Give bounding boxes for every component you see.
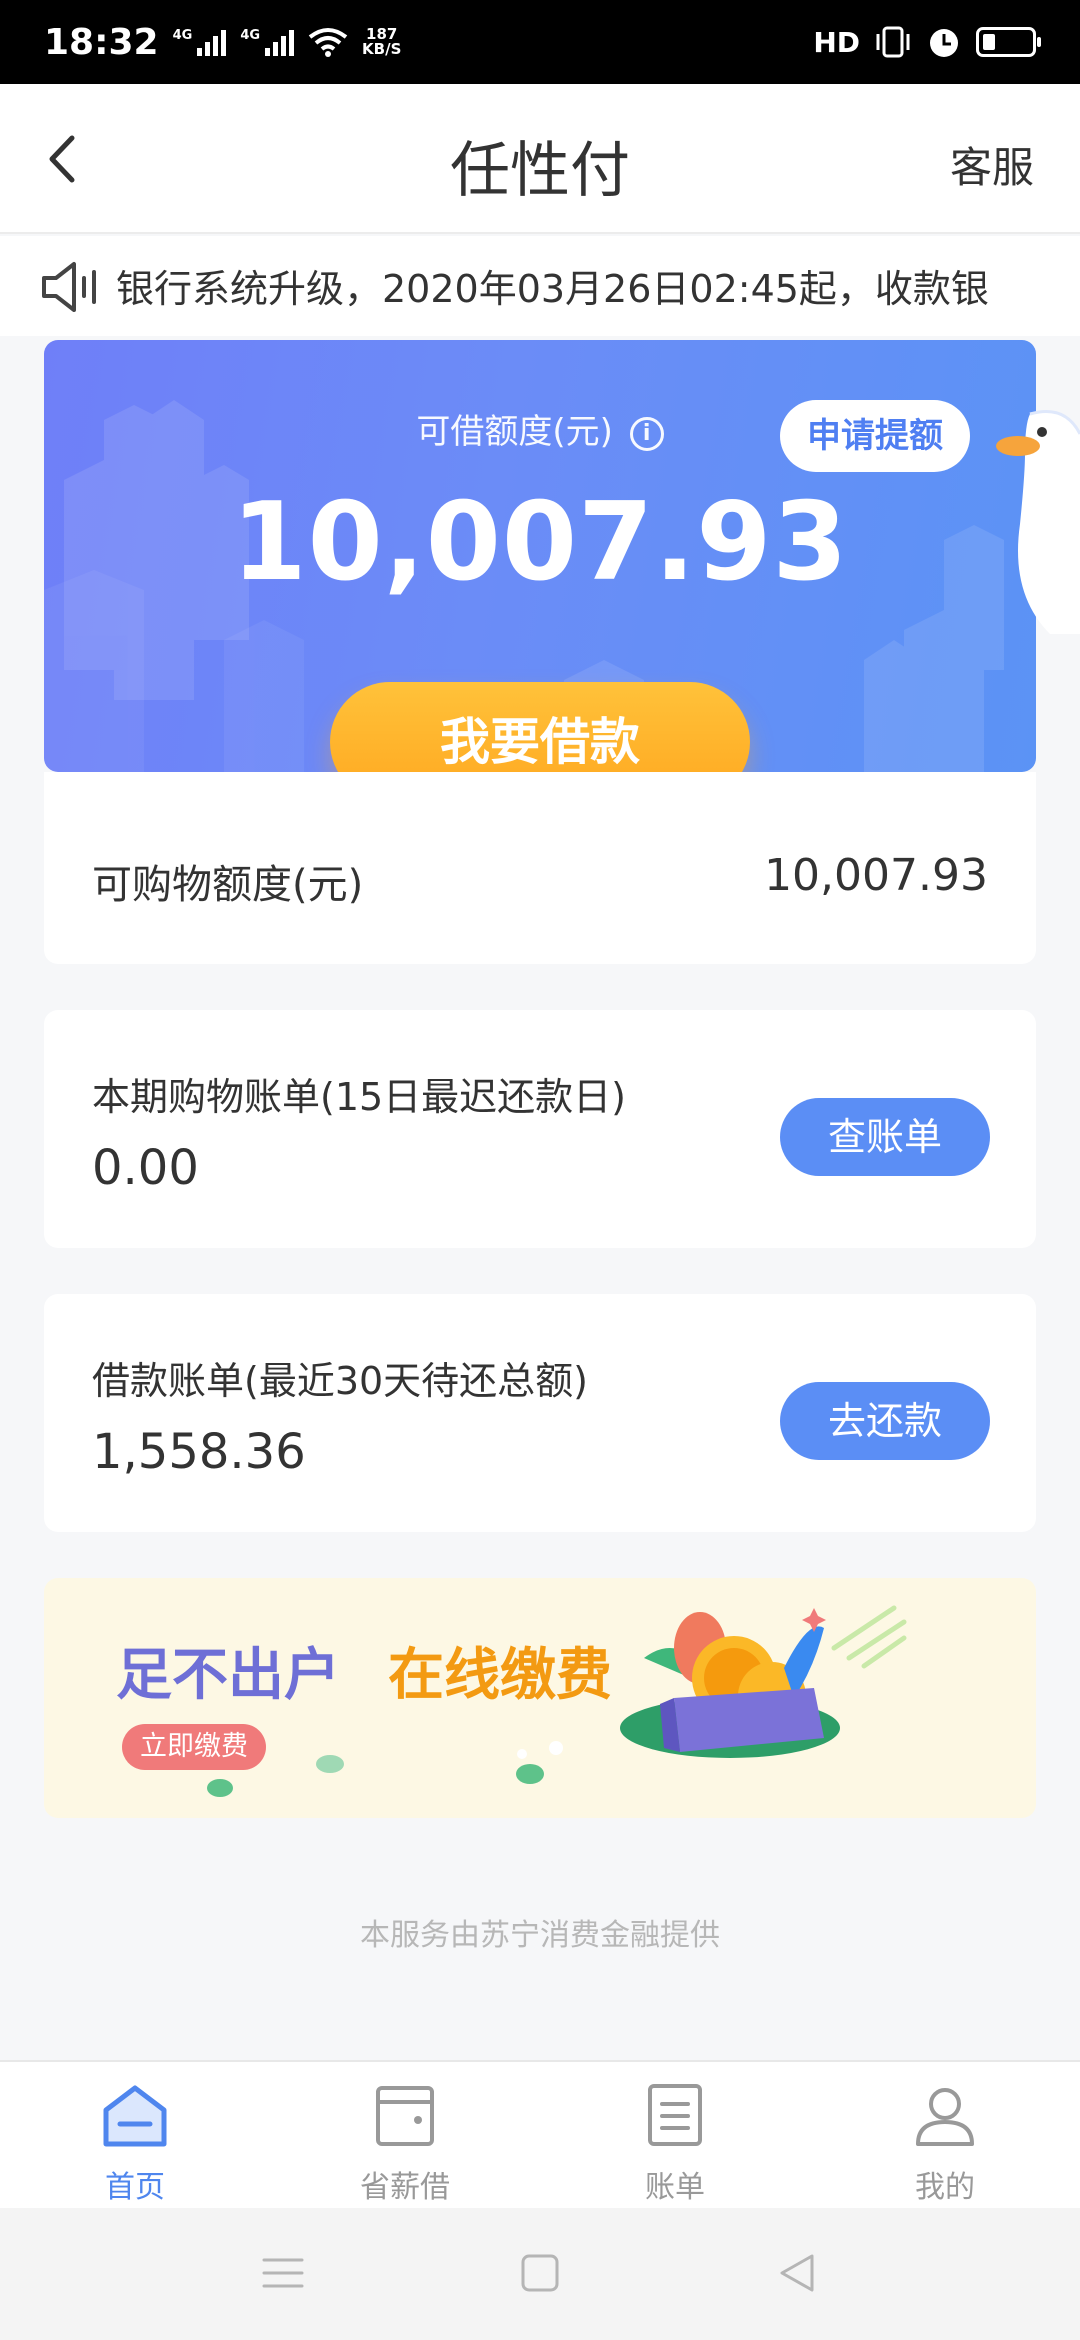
available-credit-amount: 10,007.93 — [231, 480, 849, 605]
shopping-bill-title: 本期购物账单(15日最迟还款日) — [92, 1075, 627, 1119]
tab-label: 我的 — [915, 2170, 975, 2205]
network-type-label: 4G — [240, 28, 261, 43]
signal-icon: 4G — [240, 28, 295, 56]
status-bar: 18:32 4G 4G 187 KB/S HD — [0, 0, 1080, 84]
signal-icon: 4G — [173, 28, 227, 56]
battery-icon — [976, 27, 1041, 57]
speed-unit: KB/S — [362, 40, 402, 58]
shopping-bill-card: 本期购物账单(15日最迟还款日) 0.00 查账单 — [44, 1010, 1036, 1248]
shopping-limit-card[interactable]: 可购物额度(元) 10,007.93 — [44, 772, 1036, 964]
tab-label: 账单 — [645, 2170, 705, 2205]
loan-bill-title: 借款账单(最近30天待还总额) — [92, 1359, 589, 1403]
system-navigation-bar — [0, 2208, 1080, 2340]
wifi-icon — [308, 28, 348, 57]
profile-icon — [916, 2088, 974, 2146]
apply-raise-limit-button[interactable]: 申请提额 — [780, 400, 970, 472]
customer-service-button[interactable]: 客服 — [950, 134, 1034, 195]
network-speed: 187 KB/S — [362, 27, 401, 57]
back-nav-icon[interactable] — [772, 2248, 822, 2298]
wallet-icon — [376, 2086, 434, 2146]
payment-box-illustration — [620, 1605, 907, 1758]
bill-icon — [648, 2084, 702, 2146]
loan-bill-amount: 1,558.36 — [92, 1424, 306, 1480]
tab-home[interactable]: 首页 — [0, 2062, 270, 2208]
home-icon — [103, 2085, 167, 2147]
alarm-icon — [930, 29, 958, 57]
status-time: 18:32 — [44, 21, 159, 63]
shopping-bill-amount: 0.00 — [92, 1140, 199, 1196]
status-left: 18:32 4G 4G 187 KB/S — [44, 22, 401, 63]
loan-bill-card: 借款账单(最近30天待还总额) 1,558.36 去还款 — [44, 1294, 1036, 1532]
tab-mine[interactable]: 我的 — [810, 2062, 1080, 2208]
notice-text: 银行系统升级，2020年03月26日02:45起，收款银 — [116, 267, 989, 311]
network-type-label: 4G — [172, 28, 193, 43]
online-payment-banner[interactable]: 足不出户 在线缴费 立即缴费 — [44, 1578, 1036, 1818]
tab-label: 省薪借 — [360, 2170, 450, 2205]
home-nav-icon[interactable] — [515, 2248, 565, 2298]
goose-mascot-icon — [996, 410, 1080, 634]
hd-indicator: HD — [813, 25, 860, 59]
bottom-tab-bar: 首页 省薪借 账单 我的 — [0, 2060, 1080, 2208]
nav-bar: 任性付 客服 — [0, 84, 1080, 234]
info-icon[interactable]: i — [629, 416, 664, 451]
pay-now-tag[interactable]: 立即缴费 — [122, 1724, 266, 1770]
tab-bill[interactable]: 账单 — [540, 2062, 810, 2208]
repay-button[interactable]: 去还款 — [780, 1382, 990, 1460]
shopping-limit-label: 可购物额度(元) — [92, 862, 364, 908]
tab-salary-loan[interactable]: 省薪借 — [270, 2062, 540, 2208]
banner-title-part1: 足不出户 — [116, 1643, 340, 1708]
view-bill-button[interactable]: 查账单 — [780, 1098, 990, 1176]
provider-text: 本服务由苏宁消费金融提供 — [360, 1918, 720, 1953]
status-right: HD — [813, 24, 1041, 60]
menu-icon[interactable] — [258, 2248, 308, 2298]
available-credit-label-text: 可借额度(元) — [416, 412, 613, 452]
tab-label: 首页 — [105, 2170, 165, 2205]
page-title: 任性付 — [450, 136, 630, 206]
speaker-icon — [42, 262, 96, 312]
shopping-limit-value: 10,007.93 — [764, 850, 988, 901]
vibrate-icon — [876, 26, 910, 58]
banner-title-part2: 在线缴费 — [388, 1643, 612, 1708]
notice-bar[interactable]: 银行系统升级，2020年03月26日02:45起，收款银 — [0, 236, 1080, 336]
